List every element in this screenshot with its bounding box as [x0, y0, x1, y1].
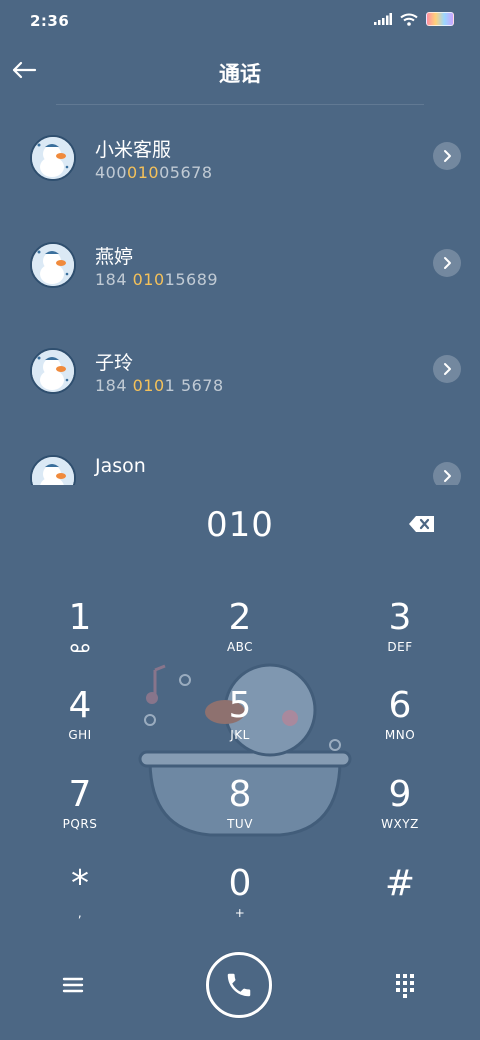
chevron-right-icon — [444, 470, 451, 482]
contact-name: Jason — [95, 455, 146, 477]
status-icons — [374, 12, 454, 26]
contact-detail-button[interactable] — [433, 355, 461, 383]
avatar — [30, 135, 76, 181]
contact-number: 40001005678 — [95, 163, 213, 182]
key-5[interactable]: 5 JKL — [180, 686, 300, 766]
contact-item[interactable]: 小米客服 40001005678 — [0, 105, 480, 211]
status-bar: 2:36 — [0, 0, 480, 40]
header: 通话 — [0, 40, 480, 104]
chevron-right-icon — [444, 257, 451, 269]
bottom-bar — [0, 950, 480, 1030]
key-4[interactable]: 4 GHI — [20, 686, 140, 766]
key-3[interactable]: 3 DEF — [340, 598, 460, 678]
contact-list: 小米客服 40001005678 燕婷 184 01015689 子玲 184 … — [0, 105, 480, 485]
key-1[interactable]: 1 — [20, 598, 140, 678]
status-time: 2:36 — [30, 12, 70, 30]
chevron-right-icon — [444, 363, 451, 375]
backspace-button[interactable] — [408, 514, 440, 538]
dialpad-toggle-button[interactable] — [394, 972, 416, 998]
chevron-right-icon — [444, 150, 451, 162]
contact-item[interactable]: 燕婷 184 01015689 — [0, 212, 480, 318]
signal-icon — [374, 13, 392, 25]
contact-detail-button[interactable] — [433, 142, 461, 170]
backspace-icon — [409, 516, 434, 532]
contact-number: 184 01015689 — [95, 270, 219, 289]
contact-name: 燕婷 — [95, 246, 134, 268]
page-title: 通话 — [219, 62, 261, 86]
contact-item[interactable]: Jason — [0, 425, 480, 485]
key-9[interactable]: 9 WXYZ — [340, 775, 460, 855]
wifi-icon — [400, 13, 418, 26]
menu-icon — [62, 977, 84, 993]
contact-detail-button[interactable] — [433, 249, 461, 277]
menu-button[interactable] — [60, 972, 86, 998]
contact-name: 小米客服 — [95, 139, 172, 161]
avatar — [30, 242, 76, 288]
key-6[interactable]: 6 MNO — [340, 686, 460, 766]
contact-name: 子玲 — [95, 352, 134, 374]
contact-detail-button[interactable] — [433, 462, 461, 485]
avatar — [30, 455, 76, 485]
dialpad-icon — [396, 974, 414, 998]
key-0[interactable]: 0 + — [180, 864, 300, 944]
key-7[interactable]: 7 PQRS — [20, 775, 140, 855]
contact-item[interactable]: 子玲 184 0101 5678 — [0, 318, 480, 424]
key-hash[interactable]: # — [340, 864, 460, 944]
key-8[interactable]: 8 TUV — [180, 775, 300, 855]
key-star[interactable]: * , — [20, 864, 140, 944]
battery-icon — [426, 12, 454, 26]
contact-number: 184 0101 5678 — [95, 376, 224, 395]
phone-icon — [227, 973, 251, 997]
key-2[interactable]: 2 ABC — [180, 598, 300, 678]
voicemail-icon — [70, 643, 90, 653]
avatar — [30, 348, 76, 394]
call-button[interactable] — [206, 952, 272, 1018]
